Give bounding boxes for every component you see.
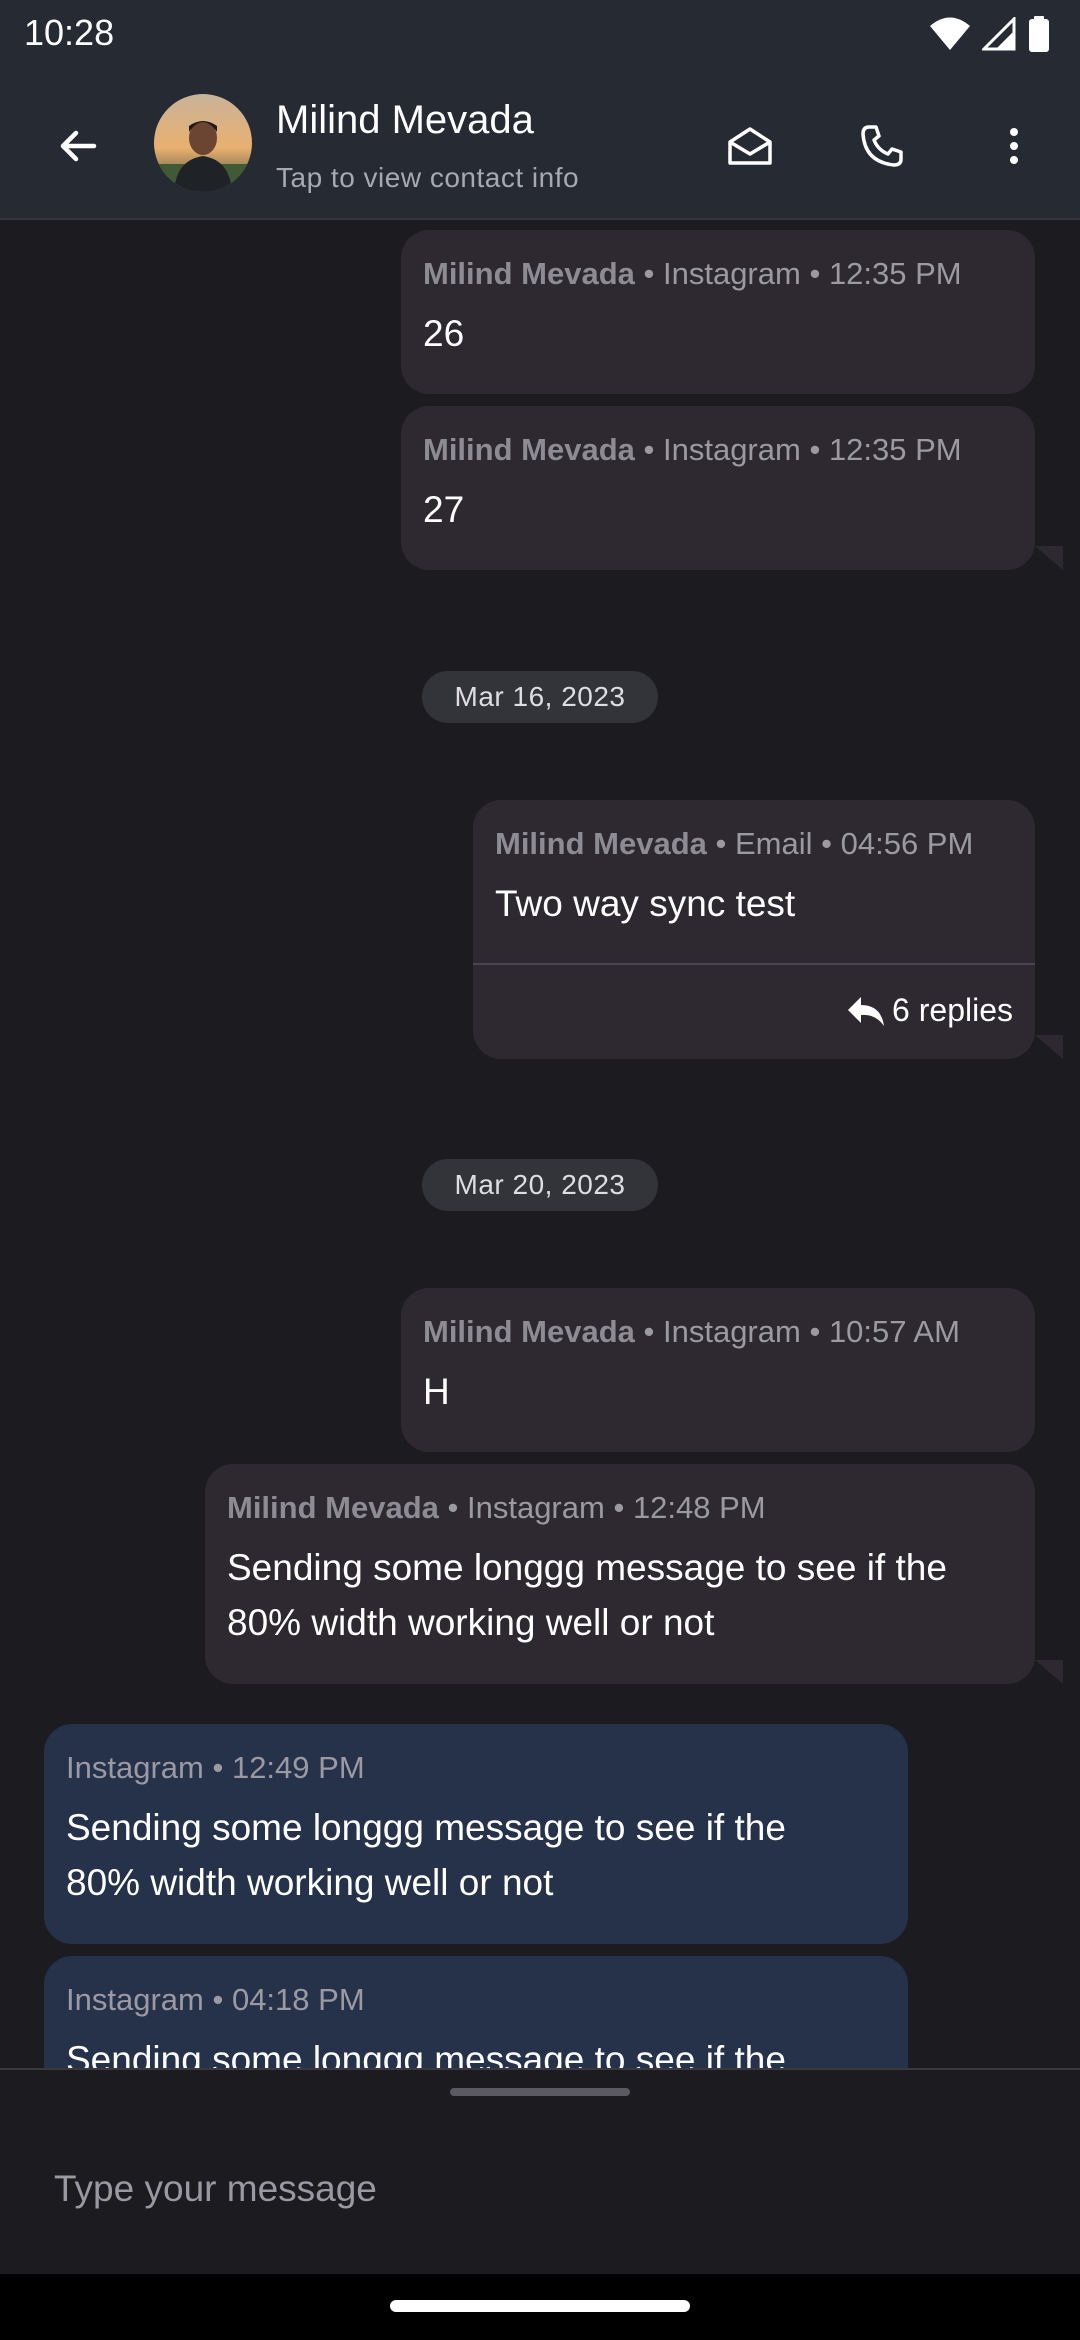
arrow-back-icon (60, 130, 97, 162)
message-sender: Milind Mevada (423, 256, 635, 291)
battery-icon (1029, 16, 1049, 52)
message-meta: Milind Mevada • Instagram • 10:57 AM (423, 1314, 1013, 1350)
message-list[interactable]: Milind Mevada • Instagram • 12:35 PM 26 … (0, 220, 1080, 2068)
message-time: 12:49 PM (231, 1750, 365, 1785)
meta-separator: • (613, 1490, 625, 1525)
message-channel: Instagram (66, 1750, 204, 1785)
message-text: Two way sync test (495, 883, 796, 924)
message-sender: Milind Mevada (423, 432, 635, 467)
message-channel: Instagram (662, 256, 801, 291)
drag-handle[interactable] (450, 2088, 630, 2096)
meta-separator: • (643, 1314, 655, 1349)
message-time: 12:48 PM (632, 1490, 766, 1525)
message-text: 26 (423, 313, 465, 354)
message-meta: Milind Mevada • Instagram • 12:48 PM (227, 1490, 1013, 1526)
reply-divider (473, 963, 1035, 965)
phone-icon (861, 125, 903, 167)
meta-separator: • (809, 432, 821, 467)
message-time: 04:18 PM (231, 1982, 365, 2017)
status-icons (930, 14, 1050, 54)
date-separator: Mar 20, 2023 (422, 1159, 658, 1211)
reply-icon (848, 996, 885, 1026)
meta-separator: • (643, 432, 655, 467)
avatar-photo (154, 94, 252, 192)
contact-avatar[interactable] (154, 94, 252, 192)
meta-separator: • (643, 256, 655, 291)
message-sender: Milind Mevada (423, 1314, 635, 1349)
message-time: 04:56 PM (840, 826, 974, 861)
status-bar: 10:28 (0, 0, 1080, 72)
message-time: 12:35 PM (828, 256, 962, 291)
message-bubble-outgoing[interactable]: Milind Mevada • Email • 04:56 PM Two way… (473, 800, 1035, 1059)
bubble-tail (1035, 546, 1063, 570)
status-time: 10:28 (24, 12, 115, 53)
message-input[interactable] (54, 2154, 1014, 2224)
message-composer (0, 2068, 1080, 2274)
envelope-open-icon (728, 127, 772, 165)
message-text: Sending some longgg message to see if th… (66, 1807, 786, 1903)
contact-name[interactable]: Milind Mevada (276, 98, 534, 143)
cellular-signal-icon (982, 17, 1016, 51)
meta-separator: • (212, 1982, 224, 2017)
message-meta: Milind Mevada • Email • 04:56 PM (473, 826, 1035, 862)
message-sender: Milind Mevada (227, 1490, 439, 1525)
message-channel: Instagram (66, 1982, 204, 2017)
message-meta: Milind Mevada • Instagram • 12:35 PM (423, 256, 1013, 292)
message-text: H (423, 1371, 450, 1412)
message-bubble-incoming[interactable]: Instagram • 04:18 PM Sending some longgg… (44, 1956, 908, 2068)
message-time: 12:35 PM (828, 432, 962, 467)
message-meta: Instagram • 04:18 PM (66, 1982, 886, 2018)
bubble-tail (1035, 1035, 1063, 1059)
more-vertical-icon (1010, 128, 1018, 164)
message-channel: Instagram (662, 1314, 801, 1349)
more-options-button[interactable] (980, 112, 1048, 180)
meta-separator: • (212, 1750, 224, 1785)
meta-separator: • (809, 1314, 821, 1349)
meta-separator: • (447, 1490, 459, 1525)
replies-button[interactable]: 6 replies (846, 992, 1013, 1029)
message-channel: Instagram (662, 432, 801, 467)
message-text: 27 (423, 489, 465, 530)
message-text: Sending some longgg message to see if th… (66, 2039, 786, 2068)
message-channel: Instagram (466, 1490, 605, 1525)
message-meta: Milind Mevada • Instagram • 12:35 PM (423, 432, 1013, 468)
meta-separator: • (809, 256, 821, 291)
message-channel: Email (734, 826, 813, 861)
message-time: 10:57 AM (828, 1314, 960, 1349)
message-bubble-outgoing[interactable]: Milind Mevada • Instagram • 12:35 PM 26 (401, 230, 1035, 394)
bubble-tail (1035, 1660, 1063, 1684)
wifi-icon (930, 17, 970, 50)
meta-separator: • (821, 826, 832, 861)
home-gesture-handle[interactable] (390, 2300, 690, 2312)
message-bubble-incoming[interactable]: Instagram • 12:49 PM Sending some longgg… (44, 1724, 908, 1944)
message-bubble-outgoing[interactable]: Milind Mevada • Instagram • 12:48 PM Sen… (205, 1464, 1035, 1684)
message-text: Sending some longgg message to see if th… (227, 1547, 947, 1643)
replies-count: 6 replies (892, 992, 1013, 1028)
back-button[interactable] (44, 112, 112, 180)
meta-separator: • (715, 826, 727, 861)
message-sender: Milind Mevada (495, 826, 707, 861)
message-bubble-outgoing[interactable]: Milind Mevada • Instagram • 10:57 AM H (401, 1288, 1035, 1452)
date-separator: Mar 16, 2023 (422, 671, 658, 723)
message-bubble-outgoing[interactable]: Milind Mevada • Instagram • 12:35 PM 27 (401, 406, 1035, 570)
call-button[interactable] (848, 112, 916, 180)
mark-read-button[interactable] (716, 112, 784, 180)
system-navigation-bar (0, 2274, 1080, 2340)
contact-info-hint[interactable]: Tap to view contact info (276, 162, 579, 194)
conversation-header: Milind Mevada Tap to view contact info (0, 72, 1080, 220)
message-meta: Instagram • 12:49 PM (66, 1750, 886, 1786)
